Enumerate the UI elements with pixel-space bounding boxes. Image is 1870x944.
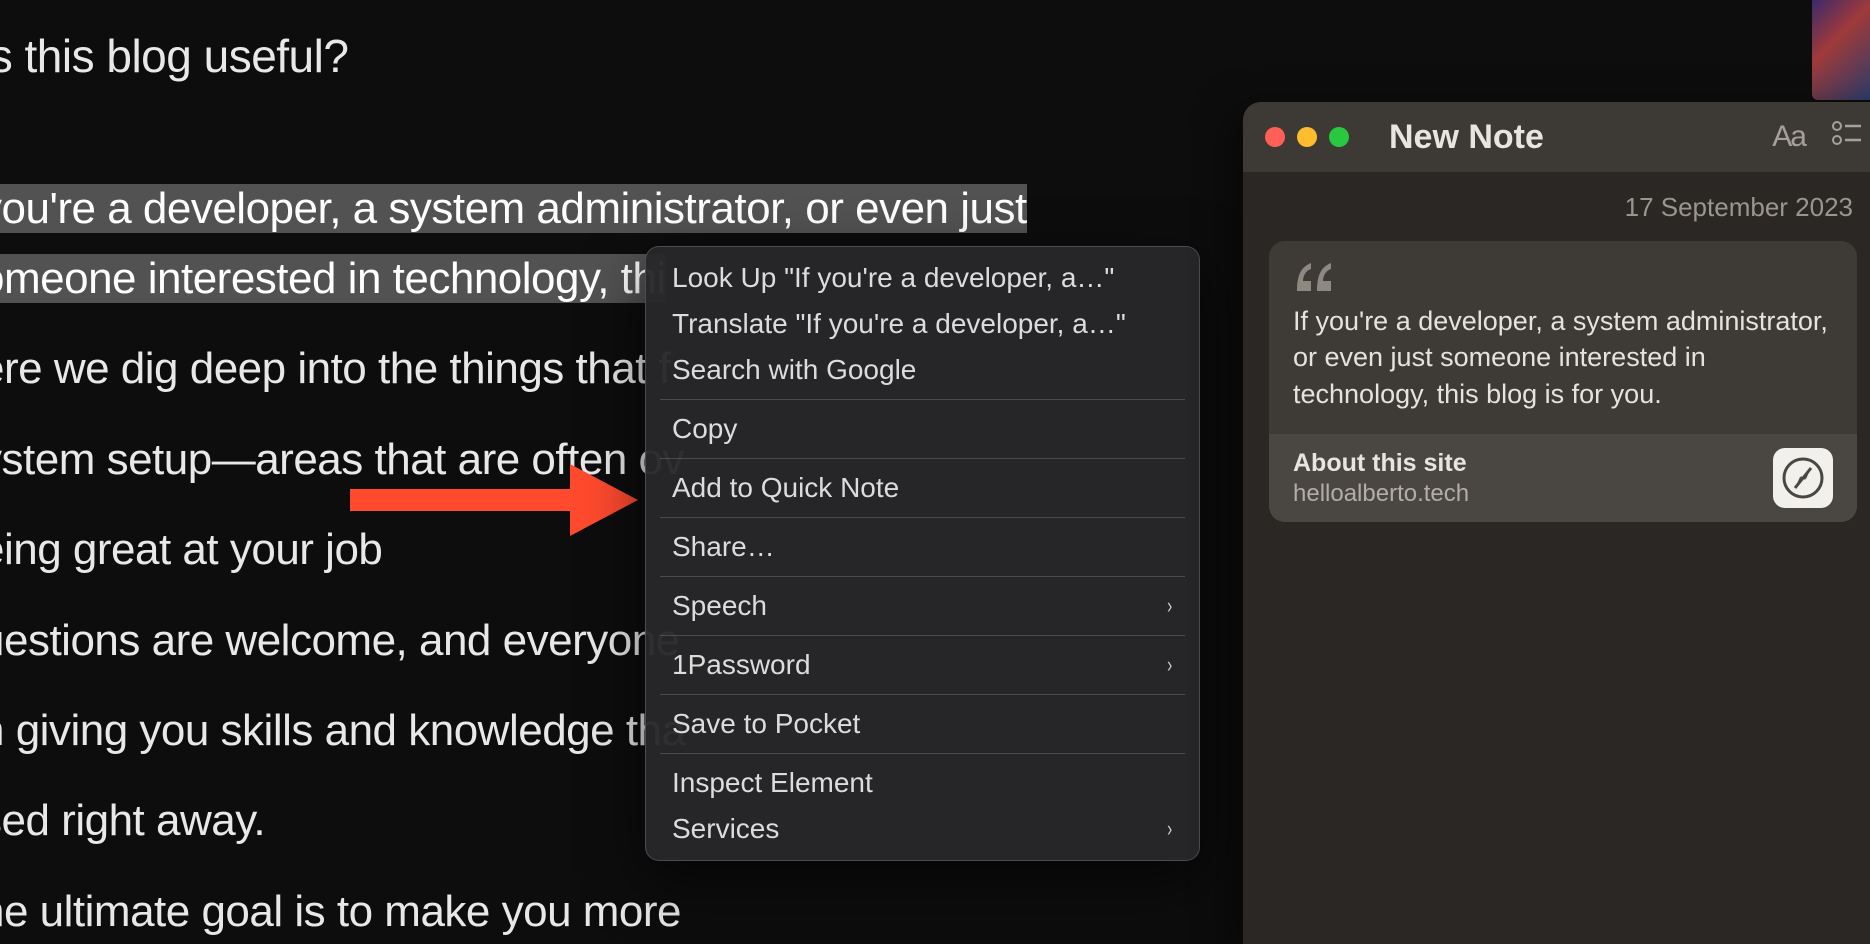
blog-heading: is this blog useful?	[0, 20, 1120, 94]
close-window-button[interactable]	[1265, 127, 1285, 147]
menu-item-save-pocket[interactable]: Save to Pocket	[646, 701, 1199, 747]
quote-card[interactable]: If you're a developer, a system administ…	[1269, 241, 1857, 522]
quote-source-domain: helloalberto.tech	[1293, 480, 1469, 508]
quote-source-title: About this site	[1293, 449, 1469, 478]
menu-separator	[660, 458, 1185, 459]
menu-item-copy[interactable]: Copy	[646, 406, 1199, 452]
checklist-button[interactable]	[1831, 120, 1861, 154]
menu-separator	[660, 576, 1185, 577]
quote-text: If you're a developer, a system administ…	[1293, 303, 1833, 412]
minimize-window-button[interactable]	[1297, 127, 1317, 147]
window-traffic-lights[interactable]	[1265, 127, 1349, 147]
checklist-icon	[1831, 120, 1861, 146]
notes-body[interactable]: 17 September 2023 If you're a developer,…	[1243, 172, 1870, 944]
blog-paragraph: he ultimate goal is to make you more	[0, 877, 1120, 944]
quote-mark-icon	[1293, 261, 1833, 291]
menu-item-translate[interactable]: Translate "If you're a developer, a…"	[646, 301, 1199, 347]
chevron-right-icon: ›	[1167, 816, 1172, 842]
quote-source[interactable]: About this site helloalberto.tech	[1269, 434, 1857, 522]
menu-item-1password[interactable]: 1Password ›	[646, 642, 1199, 688]
chevron-right-icon: ›	[1167, 593, 1172, 619]
menu-separator	[660, 517, 1185, 518]
menu-item-lookup[interactable]: Look Up "If you're a developer, a…"	[646, 255, 1199, 301]
menu-item-search-google[interactable]: Search with Google	[646, 347, 1199, 393]
safari-icon	[1773, 448, 1833, 508]
menu-item-speech[interactable]: Speech ›	[646, 583, 1199, 629]
menu-item-add-quick-note[interactable]: Add to Quick Note	[646, 465, 1199, 511]
decorative-corner	[1812, 0, 1870, 100]
menu-item-inspect-element[interactable]: Inspect Element	[646, 760, 1199, 806]
zoom-window-button[interactable]	[1329, 127, 1349, 147]
menu-item-services[interactable]: Services ›	[646, 806, 1199, 852]
note-date: 17 September 2023	[1269, 192, 1857, 223]
notes-titlebar[interactable]: New Note Aa	[1243, 102, 1870, 172]
menu-separator	[660, 694, 1185, 695]
notes-window[interactable]: New Note Aa 17 September 2023	[1243, 102, 1870, 944]
menu-item-share[interactable]: Share…	[646, 524, 1199, 570]
menu-separator	[660, 635, 1185, 636]
menu-separator	[660, 399, 1185, 400]
format-button[interactable]: Aa	[1772, 120, 1805, 154]
context-menu[interactable]: Look Up "If you're a developer, a…" Tran…	[645, 246, 1200, 861]
notes-window-title: New Note	[1389, 118, 1760, 157]
chevron-right-icon: ›	[1167, 652, 1172, 678]
menu-separator	[660, 753, 1185, 754]
